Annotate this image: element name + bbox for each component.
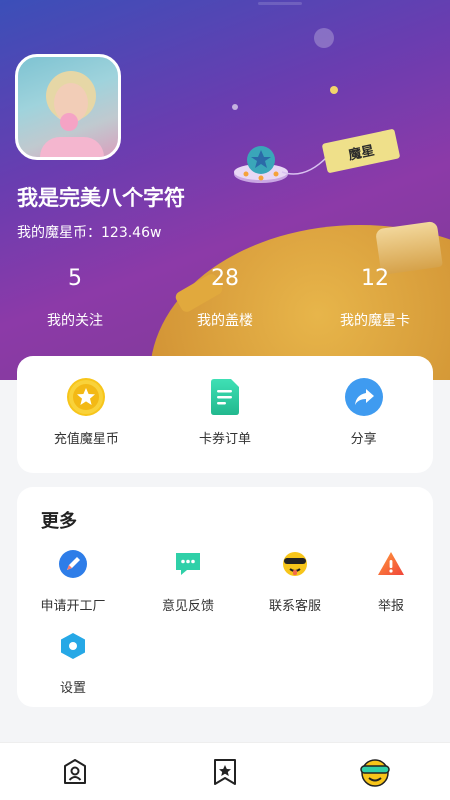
warning-icon [378, 552, 404, 575]
stats-row: 5 我的关注 28 我的盖楼 12 我的魔星卡 [0, 266, 450, 330]
chat-icon [176, 553, 200, 575]
home-user-icon [64, 758, 86, 784]
avatar-dress [40, 137, 104, 157]
banner-flag: 魔星 [321, 128, 401, 174]
stat-label: 我的魔星卡 [340, 313, 410, 329]
tab-profile[interactable] [300, 757, 450, 787]
avatar-bubblegum [60, 113, 78, 131]
recharge-coins-button[interactable]: 充值魔星币 [17, 356, 156, 473]
more-item-label: 申请开工厂 [40, 599, 106, 614]
star-decoration [330, 86, 338, 94]
report-button[interactable]: 举报 [346, 549, 436, 614]
tab-home[interactable] [0, 758, 150, 786]
username: 我是完美八个字符 [17, 186, 185, 210]
section-title: 更多 [41, 511, 77, 532]
profile-header: 魔星 我是完美八个字符 我的魔星币：123.46w 5 我的关注 28 我的盖楼… [0, 0, 450, 380]
stat-value: 5 [68, 266, 82, 291]
action-label: 分享 [350, 432, 377, 447]
feedback-button[interactable]: 意见反馈 [143, 549, 233, 614]
more-item-label: 举报 [377, 599, 404, 614]
share-button[interactable]: 分享 [294, 356, 433, 473]
coin-balance: 我的魔星币：123.46w [17, 225, 162, 241]
profile-avatar-icon [360, 758, 390, 787]
star-decoration [314, 28, 334, 48]
stat-label: 我的关注 [47, 313, 103, 329]
rope-decoration [281, 155, 329, 175]
star-decoration [232, 104, 238, 110]
bookmark-star-icon [214, 758, 236, 785]
stat-value: 12 [361, 266, 389, 291]
apply-factory-button[interactable]: 申请开工厂 [28, 549, 118, 614]
coupon-orders-button[interactable]: 卡券订单 [156, 356, 295, 473]
pencil-icon [59, 550, 87, 578]
more-card: 更多 申请开工厂 意见反馈 联系客服 举报 设置 [17, 487, 433, 707]
quick-actions-card: 充值魔星币 卡券订单 分享 [17, 356, 433, 473]
star-coin-icon [67, 378, 106, 416]
avatar[interactable] [15, 54, 121, 160]
settings-hexagon-icon [61, 633, 85, 659]
star-decoration [258, 2, 302, 5]
bottom-tab-bar [0, 742, 450, 800]
stat-following[interactable]: 5 我的关注 [0, 266, 150, 330]
customer-service-button[interactable]: 联系客服 [250, 549, 340, 614]
stat-posts[interactable]: 28 我的盖楼 [150, 266, 300, 330]
document-icon [206, 378, 244, 416]
more-item-label: 联系客服 [268, 599, 321, 614]
stat-label: 我的盖楼 [197, 313, 253, 329]
stat-value: 28 [211, 266, 239, 291]
stat-cards[interactable]: 12 我的魔星卡 [300, 266, 450, 330]
settings-button[interactable]: 设置 [28, 631, 118, 696]
support-emoji-icon [283, 552, 307, 576]
tab-bookmarks[interactable] [150, 758, 300, 786]
more-item-label: 设置 [59, 681, 86, 696]
share-icon [344, 378, 383, 416]
more-item-label: 意见反馈 [161, 599, 214, 614]
action-label: 充值魔星币 [53, 432, 119, 447]
action-label: 卡券订单 [199, 432, 252, 447]
